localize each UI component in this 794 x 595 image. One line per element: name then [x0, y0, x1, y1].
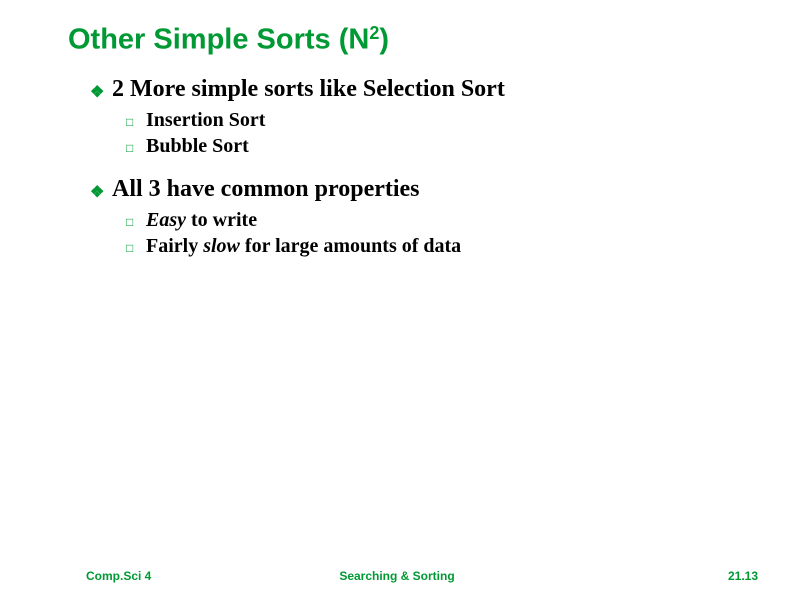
footer-center: Searching & Sorting	[0, 569, 794, 583]
square-bullet-icon: □	[126, 115, 138, 129]
slide-title: Other Simple Sorts (N2)	[68, 22, 389, 57]
title-post: )	[379, 24, 389, 56]
square-bullet-icon: □	[126, 141, 138, 155]
sub-bullet-group: □ Easy to write □ Fairly slow for large …	[126, 209, 730, 258]
title-sup: 2	[369, 23, 379, 43]
diamond-bullet-icon: ❖	[90, 82, 104, 102]
bullet-text: Bubble Sort	[146, 135, 249, 158]
square-bullet-icon: □	[126, 241, 138, 255]
sub-bullet-group: □ Insertion Sort □ Bubble Sort	[126, 109, 730, 158]
footer-right: 21.13	[728, 569, 758, 583]
bullet-text: Fairly slow for large amounts of data	[146, 235, 461, 258]
diamond-bullet-icon: ❖	[90, 182, 104, 202]
slide: Other Simple Sorts (N2) ❖ 2 More simple …	[0, 0, 794, 595]
slide-body: ❖ 2 More simple sorts like Selection Sor…	[90, 72, 730, 276]
bullet-text: Insertion Sort	[146, 109, 265, 132]
bullet-level2: □ Insertion Sort	[126, 109, 730, 132]
bullet-text: Easy to write	[146, 209, 257, 232]
square-bullet-icon: □	[126, 215, 138, 229]
title-pre: Other Simple Sorts (N	[68, 24, 369, 56]
bullet-level2: □ Bubble Sort	[126, 135, 730, 158]
bullet-level2: □ Fairly slow for large amounts of data	[126, 235, 730, 258]
bullet-level1: ❖ 2 More simple sorts like Selection Sor…	[90, 76, 730, 103]
bullet-text: 2 More simple sorts like Selection Sort	[112, 76, 505, 103]
bullet-text: All 3 have common properties	[112, 176, 420, 203]
bullet-level2: □ Easy to write	[126, 209, 730, 232]
bullet-level1: ❖ All 3 have common properties	[90, 176, 730, 203]
